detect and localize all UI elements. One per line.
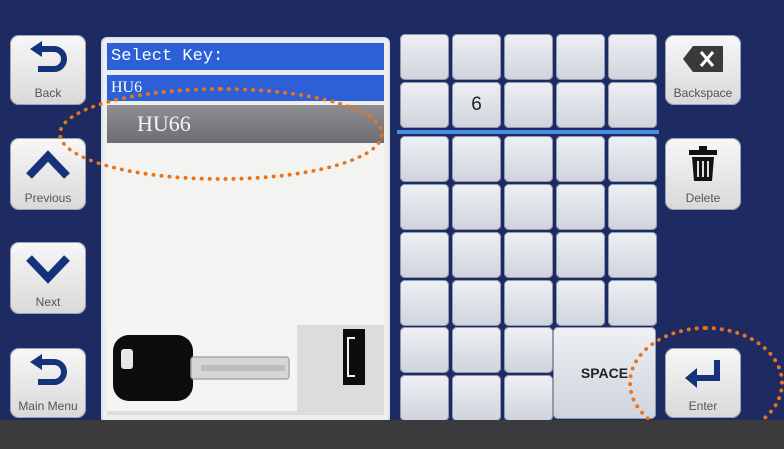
keypad-key[interactable] [452, 136, 501, 182]
keypad-key[interactable] [400, 280, 449, 326]
key-profile-icon [343, 329, 365, 385]
keypad-key[interactable] [400, 375, 449, 421]
keypad-key[interactable] [504, 375, 553, 421]
back-arrow-icon [30, 354, 67, 385]
keypad-key[interactable] [400, 82, 449, 128]
key-preview-area [107, 325, 384, 415]
key-search-input[interactable]: HU6 [107, 75, 384, 101]
space-key[interactable]: SPACE [553, 327, 656, 419]
keypad-key[interactable] [504, 82, 553, 128]
delete-label: Delete [685, 191, 721, 205]
chevron-up-icon [26, 150, 70, 179]
keypad-key[interactable]: 6 [452, 82, 501, 128]
keypad-key[interactable] [504, 34, 553, 80]
keypad-key[interactable] [608, 136, 657, 182]
keypad-key[interactable] [608, 280, 657, 326]
delete-button[interactable]: Delete [665, 138, 741, 210]
keypad: 6 SPACE [397, 32, 659, 421]
main-menu-button[interactable]: Main Menu [10, 348, 86, 418]
keypad-key[interactable] [504, 136, 553, 182]
keypad-key[interactable] [452, 327, 501, 373]
keypad-key[interactable] [452, 232, 501, 278]
keypad-key[interactable] [504, 327, 553, 373]
back-label: Back [34, 86, 62, 100]
keypad-divider [397, 130, 659, 134]
keypad-key[interactable] [452, 375, 501, 421]
keypad-key[interactable] [400, 232, 449, 278]
chevron-down-icon [26, 255, 70, 284]
next-label: Next [35, 295, 61, 309]
results-list[interactable] [107, 143, 384, 325]
previous-button[interactable]: Previous [10, 138, 86, 210]
enter-label: Enter [688, 399, 718, 413]
keypad-key[interactable] [556, 184, 605, 230]
bottom-bar [0, 420, 784, 449]
backspace-button[interactable]: Backspace [665, 35, 741, 105]
keypad-key[interactable] [556, 82, 605, 128]
result-item-selected[interactable]: HU66 [107, 105, 384, 143]
back-button[interactable]: Back [10, 35, 86, 105]
trash-icon [689, 146, 717, 181]
keypad-key[interactable] [556, 280, 605, 326]
enter-icon [685, 360, 720, 388]
keypad-key[interactable] [608, 232, 657, 278]
space-key-label: SPACE [580, 365, 629, 381]
backspace-icon [683, 46, 723, 72]
next-button[interactable]: Next [10, 242, 86, 314]
keypad-key[interactable] [400, 327, 449, 373]
previous-label: Previous [24, 191, 72, 205]
back-arrow-icon [30, 41, 67, 72]
keypad-key[interactable] [608, 82, 657, 128]
device-screen: Back Previous Next Main Menu Select Key:… [0, 0, 784, 440]
car-key-icon [113, 335, 290, 401]
enter-button[interactable]: Enter [665, 348, 741, 418]
key-select-panel: Select Key: HU6 HU66 [101, 37, 390, 424]
key-image [107, 325, 297, 411]
keypad-key[interactable] [400, 184, 449, 230]
keypad-key[interactable] [400, 34, 449, 80]
keypad-key[interactable] [608, 34, 657, 80]
keypad-key[interactable] [504, 232, 553, 278]
backspace-label: Backspace [673, 86, 733, 100]
keypad-key[interactable] [556, 232, 605, 278]
keypad-key[interactable] [504, 280, 553, 326]
main-menu-label: Main Menu [18, 399, 78, 413]
keypad-key[interactable] [608, 184, 657, 230]
keypad-key[interactable] [504, 184, 553, 230]
keypad-key[interactable] [452, 184, 501, 230]
keypad-key[interactable] [452, 34, 501, 80]
keypad-key[interactable] [400, 136, 449, 182]
keypad-key[interactable] [556, 136, 605, 182]
keypad-key[interactable] [452, 280, 501, 326]
panel-title: Select Key: [107, 43, 384, 70]
keypad-key[interactable] [556, 34, 605, 80]
